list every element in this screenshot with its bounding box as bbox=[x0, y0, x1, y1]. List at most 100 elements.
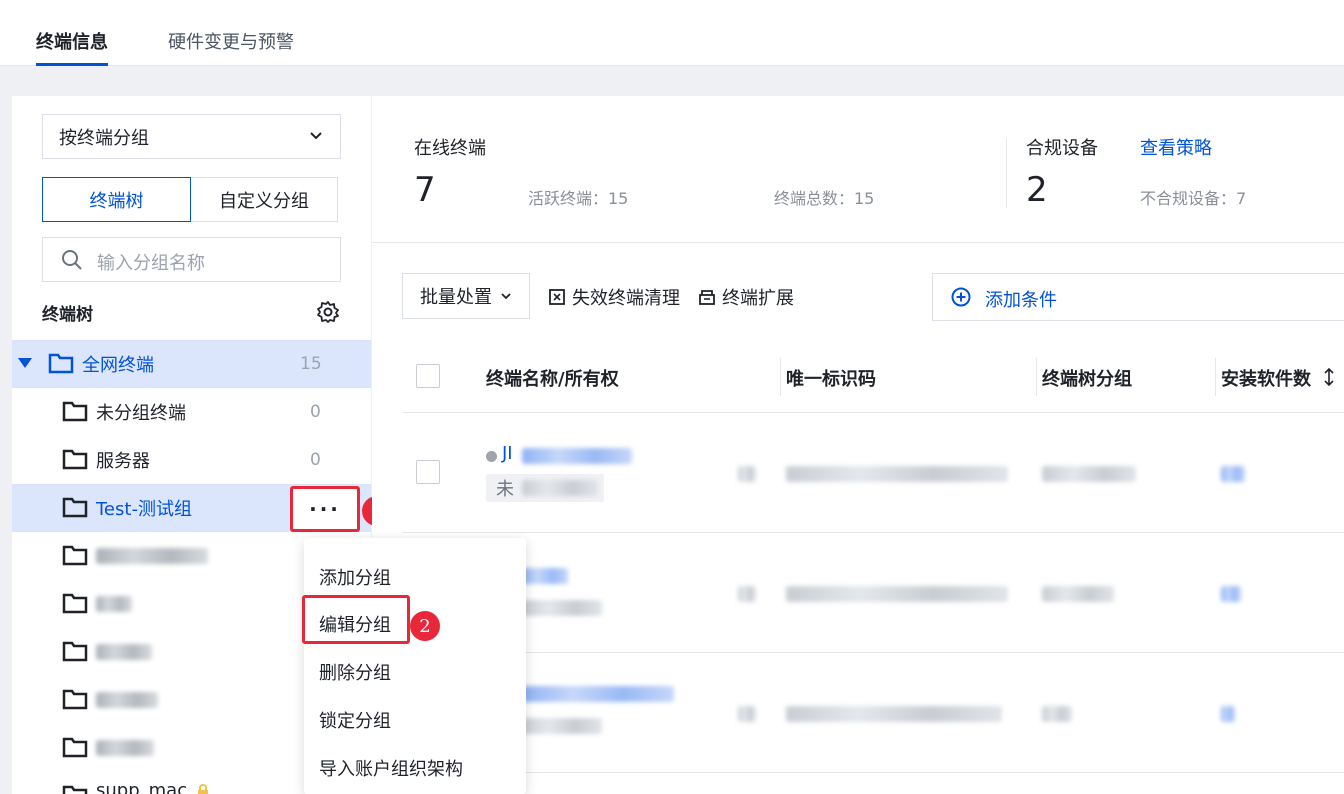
col-header-software-count[interactable]: 安装软件数 bbox=[1221, 365, 1311, 391]
row-divider bbox=[402, 652, 1344, 653]
step-badge-2: 2 bbox=[410, 611, 440, 641]
gear-icon[interactable] bbox=[316, 300, 340, 324]
redacted-label bbox=[96, 740, 154, 756]
folder-icon bbox=[62, 545, 88, 566]
row-checkbox[interactable] bbox=[416, 460, 440, 484]
menu-item-import-org[interactable]: 导入账户组织架构 bbox=[319, 755, 463, 781]
redacted-unique-id bbox=[786, 466, 1008, 482]
tab-terminal-info[interactable]: 终端信息 bbox=[36, 28, 108, 54]
add-condition-bar[interactable]: 添加条件 bbox=[932, 273, 1344, 321]
redacted-terminal-name bbox=[522, 448, 632, 464]
offline-status-dot bbox=[486, 451, 497, 462]
col-header-tree-group[interactable]: 终端树分组 bbox=[1042, 365, 1132, 391]
search-icon bbox=[62, 250, 82, 270]
plus-circle-icon bbox=[951, 287, 971, 307]
folder-icon bbox=[62, 497, 88, 518]
redacted-tree-group bbox=[1042, 466, 1136, 482]
chevron-down-icon bbox=[501, 293, 511, 300]
clean-invalid-button[interactable]: 失效终端清理 bbox=[548, 284, 680, 310]
clear-box-icon bbox=[549, 289, 565, 305]
col-header-id[interactable]: 唯一标识码 bbox=[786, 365, 876, 391]
select-all-checkbox[interactable] bbox=[416, 364, 440, 388]
tree-item-ungrouped[interactable]: 未分组终端 0 bbox=[12, 388, 371, 436]
noncompliant-devices: 不合规设备：7 bbox=[1140, 189, 1247, 208]
folder-icon bbox=[62, 641, 88, 662]
group-search-input[interactable]: 输入分组名称 bbox=[42, 237, 341, 282]
menu-item-delete-group[interactable]: 删除分组 bbox=[319, 659, 391, 685]
folder-icon bbox=[62, 785, 88, 794]
group-mode-select[interactable]: 按终端分组 bbox=[42, 114, 341, 159]
col-separator bbox=[780, 358, 781, 396]
group-context-menu: 添加分组 编辑分组 删除分组 锁定分组 导入账户组织架构 bbox=[302, 538, 526, 794]
redacted-label bbox=[96, 596, 132, 612]
batch-action-label: 批量处置 bbox=[420, 287, 492, 308]
menu-item-lock-group[interactable]: 锁定分组 bbox=[319, 707, 391, 733]
redacted-label bbox=[96, 548, 208, 564]
row-terminal-name[interactable]: JI bbox=[502, 443, 513, 464]
tree-item-label: 未分组终端 bbox=[96, 403, 186, 424]
row-divider bbox=[402, 532, 1344, 533]
terminal-extend-label: 终端扩展 bbox=[722, 288, 794, 309]
folder-icon bbox=[62, 593, 88, 614]
tree-root-count: 15 bbox=[300, 354, 322, 374]
folder-icon bbox=[62, 689, 88, 710]
redacted-ownership bbox=[522, 600, 602, 616]
view-policy-link[interactable]: 查看策略 bbox=[1140, 134, 1212, 160]
segment-terminal-tree[interactable]: 终端树 bbox=[42, 177, 191, 222]
batch-action-dropdown[interactable]: 批量处置 bbox=[402, 273, 530, 319]
redacted-terminal-name bbox=[522, 686, 674, 702]
tree-item-count: 0 bbox=[310, 402, 321, 422]
clean-invalid-label: 失效终端清理 bbox=[572, 288, 680, 309]
segment-custom-group[interactable]: 自定义分组 bbox=[191, 177, 338, 222]
row-divider bbox=[402, 772, 1344, 773]
extend-icon bbox=[699, 290, 715, 305]
redacted-cell bbox=[738, 706, 756, 722]
total-terminals: 终端总数：15 bbox=[774, 189, 875, 208]
redacted-unique-id bbox=[786, 586, 1008, 602]
add-condition-label: 添加条件 bbox=[985, 290, 1057, 311]
ownership-tag-label: 未 bbox=[496, 479, 514, 500]
redacted-cell bbox=[738, 466, 756, 482]
tree-root-all-terminals[interactable]: 全网终端 15 bbox=[12, 340, 371, 388]
folder-icon bbox=[62, 449, 88, 470]
redacted-software-count bbox=[1221, 586, 1241, 602]
redacted-ownership bbox=[522, 480, 598, 496]
col-separator bbox=[1215, 358, 1216, 396]
redacted-ownership bbox=[522, 718, 602, 734]
tree-title: 终端树 bbox=[42, 305, 93, 325]
caret-down-icon[interactable] bbox=[18, 358, 32, 370]
redacted-tree-group bbox=[1042, 706, 1072, 722]
tree-item-count: 0 bbox=[310, 450, 321, 470]
folder-icon bbox=[62, 401, 88, 422]
stats-divider bbox=[1006, 138, 1007, 208]
group-mode-select-value: 按终端分组 bbox=[59, 127, 149, 149]
redacted-terminal-name bbox=[522, 568, 568, 584]
redacted-label bbox=[96, 644, 152, 660]
tree-item-label: Test-测试组 bbox=[96, 499, 192, 520]
redacted-cell bbox=[738, 586, 756, 602]
tree-item-label: 服务器 bbox=[96, 451, 150, 472]
tree-item-servers[interactable]: 服务器 0 bbox=[12, 436, 371, 484]
active-tab-indicator bbox=[36, 63, 108, 66]
compliant-devices-label: 合规设备 bbox=[1026, 138, 1098, 159]
tree-item-label: supp_mac bbox=[96, 780, 188, 794]
menu-item-add-group[interactable]: 添加分组 bbox=[319, 564, 391, 590]
folder-icon bbox=[62, 737, 88, 758]
tab-hardware-change[interactable]: 硬件变更与预警 bbox=[168, 28, 294, 54]
more-actions-button[interactable]: ··· bbox=[290, 486, 360, 532]
col-separator bbox=[1036, 358, 1037, 396]
menu-item-edit-group[interactable]: 编辑分组 bbox=[319, 611, 391, 637]
tree-root-label: 全网终端 bbox=[82, 355, 154, 376]
terminal-extend-button[interactable]: 终端扩展 bbox=[698, 284, 794, 310]
redacted-tree-group bbox=[1042, 586, 1114, 602]
folder-icon bbox=[48, 353, 74, 374]
online-terminals-label: 在线终端 bbox=[414, 138, 486, 159]
section-divider bbox=[372, 242, 1344, 243]
online-terminals-value: 7 bbox=[414, 170, 436, 210]
redacted-label bbox=[96, 692, 158, 708]
col-header-name[interactable]: 终端名称/所有权 bbox=[486, 365, 619, 391]
redacted-software-count bbox=[1221, 466, 1245, 482]
redacted-unique-id bbox=[786, 706, 1002, 722]
sort-icon[interactable] bbox=[1324, 368, 1334, 386]
header-divider bbox=[402, 412, 1344, 413]
